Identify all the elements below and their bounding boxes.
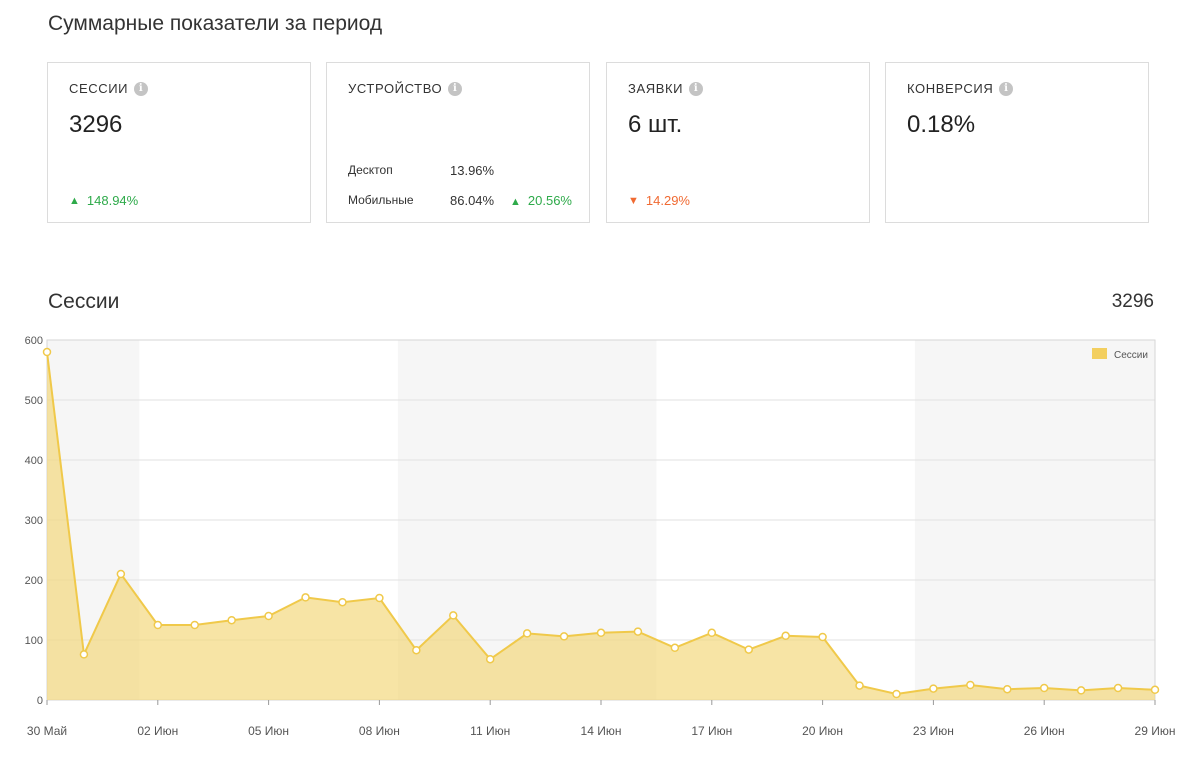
device-delta-value: 20.56%: [527, 193, 572, 208]
y-tick-label: 100: [25, 635, 43, 647]
x-tick-label: 02 Июн: [137, 724, 178, 738]
x-tick-label: 11 Июн: [470, 724, 510, 738]
data-point: [1076, 686, 1086, 695]
conversion-card-label-group: КОНВЕРСИЯ i: [907, 81, 1014, 96]
data-point: [227, 615, 236, 625]
x-tick-label: 14 Июн: [581, 724, 622, 738]
legend-label: Сессии: [1114, 350, 1148, 361]
sessions-chart-total: 3296: [1111, 291, 1154, 312]
data-point: [559, 632, 569, 641]
data-point: [485, 654, 495, 664]
data-point: [633, 627, 643, 636]
x-tick-label: 23 Июн: [913, 724, 954, 738]
device-value: 13.96%: [450, 163, 495, 178]
conversion-value: 0.18%: [907, 111, 976, 138]
sessions-delta: ▲ 148.94%: [69, 193, 138, 208]
sessions-label: СЕССИИ: [69, 81, 129, 96]
data-point: [449, 611, 458, 620]
y-tick-label: 400: [25, 455, 43, 467]
leads-card-label-group: ЗАЯВКИ i: [628, 81, 704, 96]
data-point: [670, 643, 680, 653]
device-value: 86.04%: [450, 193, 495, 208]
device-label: УСТРОЙСТВО: [348, 81, 443, 96]
triangle-up-icon: ▲: [69, 194, 80, 207]
data-point: [1150, 685, 1160, 695]
x-tick-label: 17 Июн: [691, 724, 732, 738]
summary-title: Суммарные показатели за период: [48, 12, 383, 35]
info-icon[interactable]: i: [689, 81, 704, 96]
sessions-card: СЕССИИ i 3296 ▲ 148.94%: [47, 62, 311, 223]
y-tick-label: 300: [25, 515, 43, 527]
data-point: [1003, 684, 1012, 694]
info-icon[interactable]: i: [448, 81, 463, 96]
triangle-up-icon: ▲: [510, 196, 521, 208]
conversion-card: КОНВЕРСИЯ i 0.18%: [885, 62, 1149, 223]
info-icon[interactable]: i: [134, 81, 149, 96]
x-tick-label: 08 Июн: [359, 724, 400, 738]
x-tick-label: 26 Июн: [1024, 724, 1065, 738]
device-delta: ▲ 20.56%: [510, 193, 572, 208]
data-point: [42, 347, 52, 357]
sessions-delta-value: 148.94%: [86, 193, 139, 208]
data-point: [1113, 683, 1123, 693]
info-icon[interactable]: i: [999, 81, 1014, 96]
device-card: УСТРОЙСТВО i Десктоп 13.96% Мобильные 86…: [326, 62, 590, 223]
sessions-card-label-group: СЕССИИ i: [69, 81, 149, 96]
y-tick-label: 600: [25, 335, 43, 347]
y-tick-label: 0: [37, 695, 43, 707]
data-point: [190, 620, 199, 630]
sessions-chart-title: Сессии: [48, 290, 120, 313]
data-point: [301, 593, 310, 602]
x-tick-label: 29 Июн: [1135, 724, 1176, 738]
data-point: [375, 593, 384, 603]
leads-delta-value: 14.29%: [645, 193, 690, 208]
leads-card: ЗАЯВКИ i 6 шт. ▼ 14.29%: [606, 62, 870, 223]
sessions-value: 3296: [69, 111, 123, 138]
data-point: [1039, 683, 1049, 693]
device-name: Мобильные: [348, 193, 414, 207]
data-point: [338, 597, 347, 607]
data-point: [966, 680, 975, 690]
data-point: [892, 689, 901, 699]
data-point: [412, 645, 421, 655]
device-name: Десктоп: [348, 163, 393, 177]
data-point: [153, 620, 163, 630]
data-point: [707, 628, 717, 638]
data-point: [855, 681, 864, 690]
x-tick-label: 05 Июн: [248, 724, 289, 738]
data-point: [929, 684, 938, 693]
data-point: [116, 569, 126, 579]
conversion-label: КОНВЕРСИЯ: [907, 81, 994, 96]
data-point: [818, 632, 827, 642]
data-point: [744, 645, 753, 654]
data-point: [79, 650, 89, 659]
legend-swatch: [1092, 348, 1107, 359]
device-card-label-group: УСТРОЙСТВО i: [348, 81, 463, 96]
x-tick-label: 20 Июн: [802, 724, 843, 738]
triangle-down-icon: ▼: [628, 194, 639, 207]
sessions-chart: 0 100 200 300 400 500 600 30 Май 02 Июн 05 Июн 08 …: [25, 335, 1176, 738]
leads-label: ЗАЯВКИ: [628, 81, 684, 96]
leads-value: 6 шт.: [628, 111, 683, 138]
y-tick-label: 200: [25, 575, 43, 587]
data-point: [522, 629, 532, 638]
data-point: [596, 628, 606, 638]
data-point: [781, 631, 790, 641]
x-tick-label: 30 Май: [27, 724, 67, 738]
data-point: [264, 611, 273, 621]
leads-delta: ▼ 14.29%: [628, 193, 690, 208]
y-tick-label: 500: [25, 395, 43, 407]
